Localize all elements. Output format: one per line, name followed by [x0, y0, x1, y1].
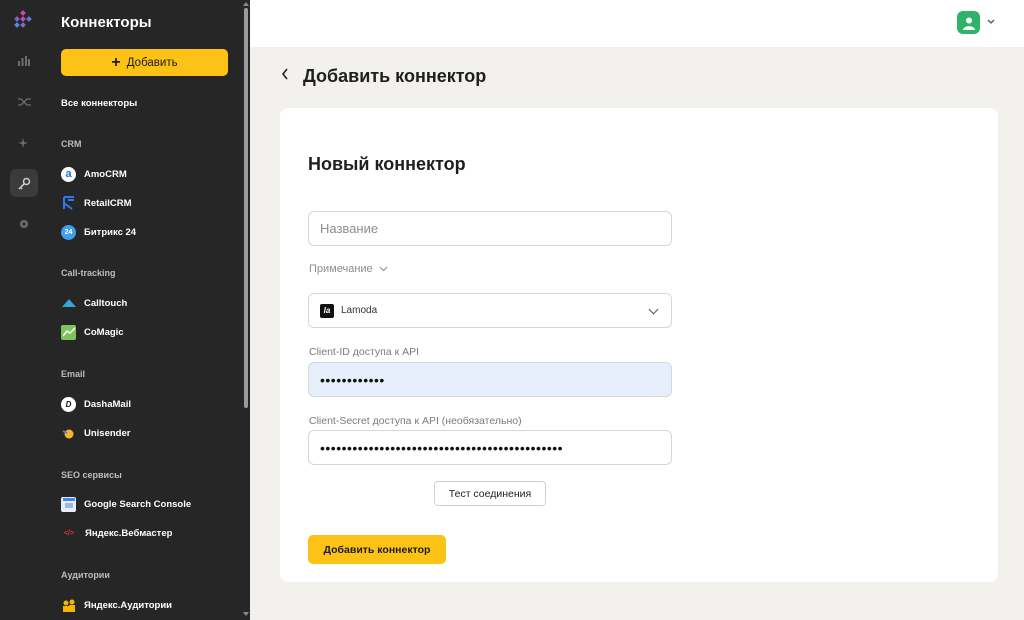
chevron-down-icon[interactable]	[987, 17, 995, 27]
chevron-down-icon	[648, 304, 659, 315]
client-secret-input[interactable]: ••••••••••••••••••••••••••••••••••••••••…	[308, 430, 672, 465]
sidebar-scrollbar[interactable]	[244, 8, 248, 408]
sidebar-item-google-search-console[interactable]: Google Search Console	[61, 495, 191, 513]
form-title: Новый коннектор	[308, 154, 466, 174]
client-secret-value: ••••••••••••••••••••••••••••••••••••••••…	[320, 439, 564, 456]
client-id-label: Client-ID доступа к API	[309, 346, 420, 358]
scroll-up-arrow-icon[interactable]	[243, 2, 249, 6]
sidebar-item-all-connectors[interactable]: Все коннекторы	[61, 98, 137, 109]
unisender-icon	[61, 426, 76, 441]
client-id-input[interactable]: ••••••••••••	[308, 362, 672, 397]
sparkle-icon[interactable]	[10, 129, 38, 157]
note-label: Примечание	[309, 263, 373, 275]
back-arrow-icon[interactable]	[281, 67, 289, 85]
bitrix24-icon: 24	[61, 224, 76, 240]
add-button-label: Добавить	[126, 56, 178, 69]
plus-icon: +	[111, 53, 121, 71]
comagic-icon	[61, 324, 76, 340]
user-avatar[interactable]	[957, 11, 980, 34]
top-bar	[250, 0, 1024, 47]
source-select[interactable]: la Lamoda	[308, 293, 672, 328]
icon-rail	[0, 0, 48, 620]
new-connector-card: Новый коннектор Название Примечание la L…	[280, 108, 998, 582]
page-title: Добавить коннектор	[303, 66, 487, 86]
chevron-down-icon	[379, 266, 388, 272]
retailcrm-icon	[61, 196, 76, 211]
google-search-console-icon	[61, 496, 76, 512]
section-title-audiences: Аудитории	[61, 570, 110, 580]
calltouch-icon	[61, 296, 76, 311]
key-icon[interactable]	[10, 169, 38, 197]
add-connector-button[interactable]: Добавить коннектор	[308, 535, 446, 564]
connector-name-input[interactable]: Название	[308, 211, 672, 246]
app-logo-icon[interactable]	[12, 10, 34, 32]
sidebar-title: Коннекторы	[61, 14, 152, 31]
yandex-webmaster-icon: </>	[63, 529, 75, 537]
sidebar-item-retailcrm[interactable]: RetailCRM	[61, 194, 132, 212]
sidebar-item-dashamail[interactable]: D DashaMail	[61, 395, 131, 413]
user-icon	[962, 17, 975, 30]
client-id-value: ••••••••••••	[320, 371, 385, 388]
sidebar-item-yandex-audiences[interactable]: Яндекс.Аудитории	[61, 596, 172, 614]
sidebar-item-bitrix24[interactable]: 24 Битрикс 24	[61, 223, 136, 241]
yandex-audiences-icon	[61, 598, 76, 613]
client-secret-label: Client-Secret доступа к API (необязатель…	[309, 415, 522, 427]
section-title-crm: CRM	[61, 139, 82, 149]
shuffle-icon[interactable]	[10, 88, 38, 116]
dashboard-icon[interactable]	[10, 47, 38, 75]
sidebar-item-comagic[interactable]: CoMagic	[61, 323, 124, 341]
dashamail-icon: D	[61, 396, 76, 412]
connectors-sidebar: Коннекторы + Добавить Все коннекторы CRM…	[48, 0, 250, 620]
section-title-call-tracking: Call-tracking	[61, 268, 116, 278]
test-connection-button[interactable]: Тест соединения	[434, 481, 546, 506]
section-title-seo: SEO сервисы	[61, 470, 122, 480]
add-connector-sidebar-button[interactable]: + Добавить	[61, 49, 228, 76]
amocrm-icon: a	[61, 166, 76, 182]
section-title-email: Email	[61, 369, 86, 379]
sidebar-item-yandex-webmaster[interactable]: </> Яндекс.Вебмастер	[61, 524, 172, 542]
sidebar-item-unisender[interactable]: Unisender	[61, 424, 130, 442]
sidebar-item-amocrm[interactable]: a AmoCRM	[61, 165, 127, 183]
source-selected-value: Lamoda	[341, 305, 378, 316]
note-toggle[interactable]: Примечание	[309, 263, 388, 275]
settings-icon[interactable]	[10, 210, 38, 238]
name-placeholder: Название	[320, 221, 379, 236]
scroll-down-arrow-icon[interactable]	[243, 612, 249, 616]
sidebar-item-calltouch[interactable]: Calltouch	[61, 294, 127, 312]
lamoda-logo-icon: la	[320, 303, 334, 318]
